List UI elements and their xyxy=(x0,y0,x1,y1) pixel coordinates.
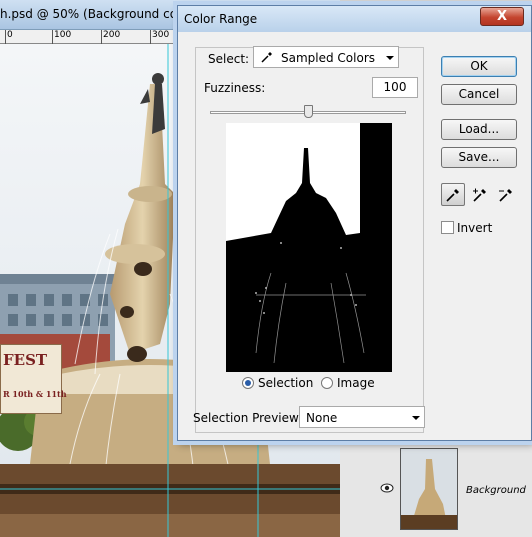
ruler-label: 300 xyxy=(152,30,170,40)
eyedropper-plus-button[interactable] xyxy=(468,183,492,206)
layer-name[interactable]: Background xyxy=(466,485,526,496)
invert-label[interactable]: Invert xyxy=(457,221,492,235)
ruler-label: 0 xyxy=(7,30,13,40)
select-value: Sampled Colors xyxy=(281,51,376,65)
sign-text-main: FEST xyxy=(3,351,48,369)
eyedropper-minus-icon xyxy=(499,189,512,202)
sign-text-date: R 10th & 11th xyxy=(3,389,67,399)
close-button[interactable]: X xyxy=(480,7,524,26)
dialog-titlebar[interactable]: Color Range X xyxy=(178,6,531,32)
cancel-button[interactable]: Cancel xyxy=(441,84,517,105)
selection-radio-label[interactable]: Selection xyxy=(258,376,313,390)
invert-checkbox[interactable] xyxy=(441,221,454,234)
eyedropper-button[interactable] xyxy=(441,183,465,206)
load-button[interactable]: Load... xyxy=(441,119,517,140)
eyedropper-icon xyxy=(261,52,272,63)
fuzziness-slider-thumb[interactable] xyxy=(303,105,313,118)
color-range-dialog: Color Range X Select: Sampled Colors Fuz… xyxy=(177,5,532,441)
layer-thumbnail[interactable] xyxy=(400,448,458,530)
eye-icon[interactable] xyxy=(380,481,394,495)
eyedropper-plus-icon xyxy=(473,188,486,202)
dialog-title: Color Range xyxy=(184,12,258,26)
ok-button[interactable]: OK xyxy=(441,56,517,77)
select-label: Select: xyxy=(208,52,250,66)
selection-preview-label: Selection Preview: xyxy=(193,411,303,425)
ruler-label: 100 xyxy=(54,30,72,40)
selection-preview-value: None xyxy=(306,411,338,425)
fuzziness-input[interactable]: 100 xyxy=(372,77,418,98)
image-radio-label[interactable]: Image xyxy=(337,376,375,390)
save-button[interactable]: Save... xyxy=(441,147,517,168)
image-radio[interactable] xyxy=(321,377,333,389)
horizontal-ruler: 0 100 200 300 xyxy=(0,30,180,44)
ruler-label: 200 xyxy=(103,30,121,40)
fest-sign: FEST R 10th & 11th xyxy=(0,344,67,414)
eyedropper-icon xyxy=(446,189,459,202)
select-dropdown[interactable]: Sampled Colors xyxy=(253,46,399,68)
eyedropper-minus-button[interactable] xyxy=(494,183,518,206)
selection-preview-dropdown[interactable]: None xyxy=(299,406,425,428)
selection-radio[interactable] xyxy=(242,377,254,389)
fuzziness-label: Fuzziness: xyxy=(204,81,266,95)
selection-preview-image[interactable] xyxy=(226,123,392,372)
chevron-down-icon xyxy=(412,416,420,420)
chevron-down-icon xyxy=(386,56,394,60)
